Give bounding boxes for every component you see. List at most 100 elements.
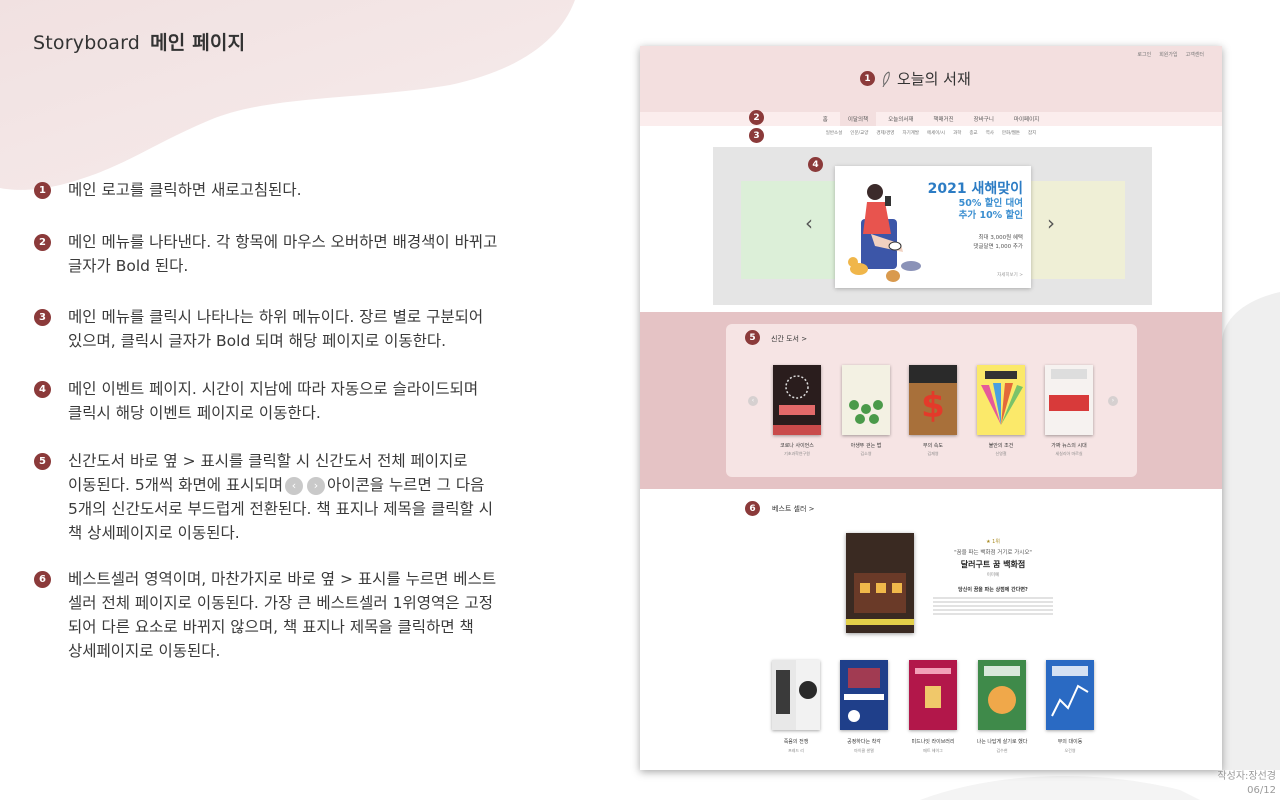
sub-nav-item[interactable]: 과학 [953, 127, 961, 139]
event-title: 2021 새해맞이 [927, 181, 1023, 197]
signup-link[interactable]: 회원가입 [1159, 51, 1177, 58]
note-text: 신간도서 바로 옆 > 표시를 클릭할 시 신간도서 전체 페이지로 이동된다.… [68, 449, 493, 545]
sub-nav-item[interactable]: 만화/웹툰 [1002, 127, 1020, 139]
svg-text:$: $ [921, 386, 945, 426]
book-cover[interactable] [773, 365, 821, 435]
logo-text: 오늘의 서재 [897, 70, 971, 88]
marker-5: 5 [745, 330, 760, 345]
nav-item-today[interactable]: 오늘의서재 [880, 112, 921, 126]
nav-item-monthly[interactable]: 이달의책 [839, 112, 877, 126]
book-cover[interactable] [909, 660, 957, 730]
note-number: 2 [34, 234, 51, 251]
dream-store-cover-art [846, 573, 914, 625]
book-cover[interactable] [842, 365, 890, 435]
book-author: 기초과학연구원 [784, 451, 810, 456]
rank-star: ★ 1위 [928, 538, 1058, 545]
slide-prev-arrow[interactable]: ‹ [805, 211, 813, 235]
marker-2: 2 [749, 110, 764, 125]
event-note-1: 최대 3,000원 혜택 [978, 235, 1023, 241]
new-books-next-icon[interactable]: › [1108, 396, 1118, 406]
marker-6: 6 [745, 501, 760, 516]
book-title[interactable]: 부의 대이동 [1038, 738, 1102, 745]
note-3: 3 메인 메뉴를 클릭시 나타나는 하위 메뉴이다. 장르 별로 구분되어 있으… [34, 305, 594, 353]
marker-3: 3 [749, 128, 764, 143]
site-header: 로그인 회원가입 고객센터 1 오늘의 서재 [640, 46, 1222, 112]
book-author: 프레드 리 [788, 748, 804, 753]
book-title[interactable]: 코로나 사이언스 [765, 442, 829, 449]
nav-item-mypage[interactable]: 마이페이지 [1006, 112, 1047, 126]
slide-title: Storyboard 메인 페이지 [33, 28, 245, 55]
slide-next-arrow[interactable]: › [1047, 211, 1055, 235]
book-cover[interactable] [1046, 660, 1094, 730]
support-link[interactable]: 고객센터 [1186, 51, 1204, 58]
note-2: 2 메인 메뉴를 나타낸다. 각 항목에 마우스 오버하면 배경색이 바뀌고 글… [34, 230, 594, 278]
top-title[interactable]: 달러구트 꿈 백화점 [928, 559, 1058, 570]
nav-item-magazine[interactable]: 책매거진 [925, 112, 961, 126]
note-text: 메인 로고를 클릭하면 새로고침된다. [68, 181, 302, 199]
book-cover[interactable] [977, 365, 1025, 435]
event-slider[interactable]: ‹ › 2021 새해맞이 50% 할인 대여 추가 10% 할인 최대 3,0… [713, 147, 1152, 305]
event-line-1: 50% 할인 대여 [958, 198, 1023, 209]
feather-icon [882, 71, 890, 87]
book-author: 김수현 [996, 748, 1008, 753]
sub-nav: 일반소설 인문/교양 경제/경영 자기계발 에세이/시 과학 종교 역사 만화/… [640, 127, 1222, 139]
book-title[interactable]: 아생뚜 걷는 법 [834, 442, 898, 449]
book-title[interactable]: 나는 나답게 살기로 했다 [970, 738, 1034, 745]
sheep-cover-art [849, 400, 883, 424]
sub-nav-item[interactable]: 종교 [969, 127, 977, 139]
note-4: 4 메인 이벤트 페이지. 시간이 지남에 따라 자동으로 슬라이드되며 클릭시… [34, 377, 594, 425]
slide-prev-preview [741, 181, 837, 279]
book-title[interactable]: 불안의 조건 [969, 442, 1033, 449]
marker-1: 1 [860, 71, 875, 86]
bestseller-top-cover[interactable] [846, 533, 914, 633]
book-title[interactable]: 죽음의 전쟁 [764, 738, 828, 745]
note-text: 메인 메뉴를 나타낸다. 각 항목에 마우스 오버하면 배경색이 바뀌고 글자가… [68, 233, 498, 275]
book-cover[interactable] [978, 660, 1026, 730]
book-author: 김소영 [860, 451, 872, 456]
top-quote: "꿈을 파는 백화점 거기로 가시오" [954, 550, 1032, 556]
book-title[interactable]: 미드나잇 라이브러리 [901, 738, 965, 745]
bestseller-title-link[interactable]: 베스트 셀러 > [772, 504, 815, 514]
note-text: 베스트셀러 영역이며, 마찬가지로 바로 옆 > 표시를 누르면 베스트 셀러 … [68, 570, 497, 660]
sub-nav-item[interactable]: 잡지 [1028, 127, 1036, 139]
sub-nav-item[interactable]: 일반소설 [826, 127, 843, 139]
sub-nav-item[interactable]: 에세이/시 [927, 127, 945, 139]
book-author: 매트 헤이그 [923, 748, 943, 753]
book-author: 세실리아 마르실 [1055, 451, 1083, 456]
new-books-panel: 5 신간 도서 > ‹ › 코로나 사이언스 기초과학연구원 아생뚜 걷는 법 … [726, 324, 1137, 477]
book-author: 오건영 [1064, 748, 1076, 753]
midnight-cover-art [915, 668, 951, 708]
note-number: 6 [34, 571, 51, 588]
fake-cover-art [1049, 369, 1089, 411]
war-cover-art [772, 660, 817, 730]
book-cover[interactable] [1045, 365, 1093, 435]
new-books-title-link[interactable]: 신간 도서 > [771, 334, 807, 344]
top-desc-lines [933, 597, 1053, 617]
book-title[interactable]: 가짜 뉴스의 시대 [1037, 442, 1101, 449]
book-cover[interactable] [772, 660, 820, 730]
book-title[interactable]: 부의 속도 [901, 442, 965, 449]
book-cover[interactable] [840, 660, 888, 730]
marker-4: 4 [808, 157, 823, 172]
sub-nav-item[interactable]: 인문/교양 [850, 127, 868, 139]
new-books-prev-icon[interactable]: ‹ [748, 396, 758, 406]
sub-nav-item[interactable]: 경제/경영 [876, 127, 894, 139]
sub-nav-item[interactable]: 자기계발 [902, 127, 919, 139]
sub-nav-item[interactable]: 역사 [986, 127, 994, 139]
utility-links: 로그인 회원가입 고객센터 [1137, 51, 1204, 58]
page-number: 06/12 [1247, 785, 1276, 796]
event-note: 최대 3,000원 혜택 댓글달면 1,000 추가 [973, 234, 1023, 252]
top-author: 이미예 [986, 573, 1000, 578]
event-more-link[interactable]: 자세히보기 > [997, 272, 1023, 278]
event-banner[interactable]: 2021 새해맞이 50% 할인 대여 추가 10% 할인 최대 3,000원 … [835, 166, 1031, 288]
nav-item-home[interactable]: 홈 [815, 112, 836, 126]
virus-cover-art [773, 375, 821, 435]
login-link[interactable]: 로그인 [1137, 51, 1151, 58]
book-cover[interactable]: $ [909, 365, 957, 435]
slide-title-main: 메인 페이지 [150, 32, 246, 54]
slide-next-preview [1029, 181, 1125, 279]
reading-woman-illustration [848, 184, 921, 282]
site-logo[interactable]: 1 오늘의 서재 [860, 68, 971, 89]
book-title[interactable]: 공정하다는 착각 [832, 738, 896, 745]
nav-item-cart[interactable]: 장바구니 [966, 112, 1002, 126]
